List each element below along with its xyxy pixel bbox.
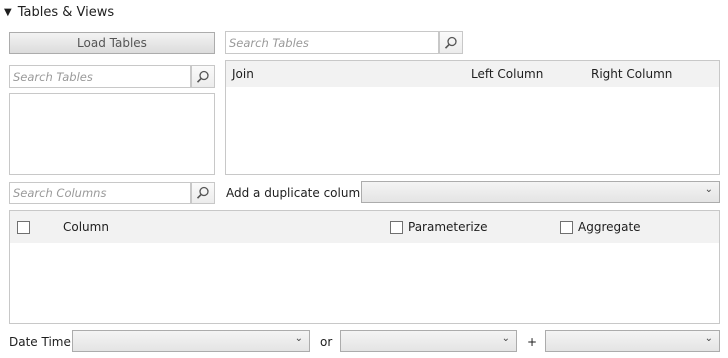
chevron-down-icon: ⌄ bbox=[501, 333, 510, 344]
left-column-header[interactable]: Left Column bbox=[471, 67, 543, 81]
columns-grid[interactable]: Column Parameterize Aggregate bbox=[9, 210, 720, 324]
search-tables-left-field[interactable] bbox=[9, 65, 191, 88]
tables-list[interactable] bbox=[9, 93, 215, 175]
search-tables-right-input[interactable] bbox=[226, 32, 438, 53]
chevron-down-icon: ⌄ bbox=[294, 333, 303, 344]
join-grid[interactable]: Join Left Column Right Column bbox=[225, 60, 720, 175]
collapse-triangle-icon[interactable]: ▼ bbox=[4, 7, 12, 18]
search-tables-left-button[interactable] bbox=[191, 65, 215, 88]
columns-grid-header: Column Parameterize Aggregate bbox=[10, 211, 719, 243]
aggregate-checkbox[interactable] bbox=[560, 221, 573, 234]
section-header[interactable]: ▼ Tables & Views bbox=[4, 2, 114, 22]
select-all-checkbox[interactable] bbox=[17, 221, 30, 234]
load-tables-label: Load Tables bbox=[77, 36, 147, 50]
chevron-down-icon: ⌄ bbox=[704, 333, 713, 344]
parameterize-checkbox[interactable] bbox=[390, 221, 403, 234]
search-icon bbox=[196, 186, 209, 199]
aggregate-header[interactable]: Aggregate bbox=[578, 220, 641, 234]
chevron-down-icon: ⌄ bbox=[704, 184, 713, 195]
right-column-header[interactable]: Right Column bbox=[591, 67, 672, 81]
search-columns-field[interactable] bbox=[9, 182, 191, 204]
search-columns-input[interactable] bbox=[10, 183, 190, 203]
search-tables-right-field[interactable] bbox=[225, 31, 439, 54]
search-icon bbox=[444, 36, 457, 49]
parameterize-header[interactable]: Parameterize bbox=[408, 220, 487, 234]
date-time-select-3[interactable]: ⌄ bbox=[545, 330, 720, 352]
duplicate-column-select[interactable]: ⌄ bbox=[361, 181, 720, 203]
plus-label: + bbox=[527, 335, 538, 349]
join-column-header[interactable]: Join bbox=[232, 67, 254, 81]
date-time-select-2[interactable]: ⌄ bbox=[340, 330, 517, 352]
date-time-label: Date Time bbox=[9, 335, 71, 349]
or-label: or bbox=[320, 335, 333, 349]
column-header[interactable]: Column bbox=[63, 220, 109, 234]
join-grid-header: Join Left Column Right Column bbox=[226, 61, 719, 87]
section-title: Tables & Views bbox=[17, 4, 115, 20]
date-time-select-1[interactable]: ⌄ bbox=[72, 330, 310, 352]
search-columns-button[interactable] bbox=[191, 182, 215, 204]
search-icon bbox=[196, 70, 209, 83]
search-tables-left-input[interactable] bbox=[10, 66, 190, 87]
load-tables-button[interactable]: Load Tables bbox=[9, 32, 215, 54]
duplicate-column-label: Add a duplicate column bbox=[226, 186, 368, 200]
search-tables-right-button[interactable] bbox=[439, 31, 463, 54]
